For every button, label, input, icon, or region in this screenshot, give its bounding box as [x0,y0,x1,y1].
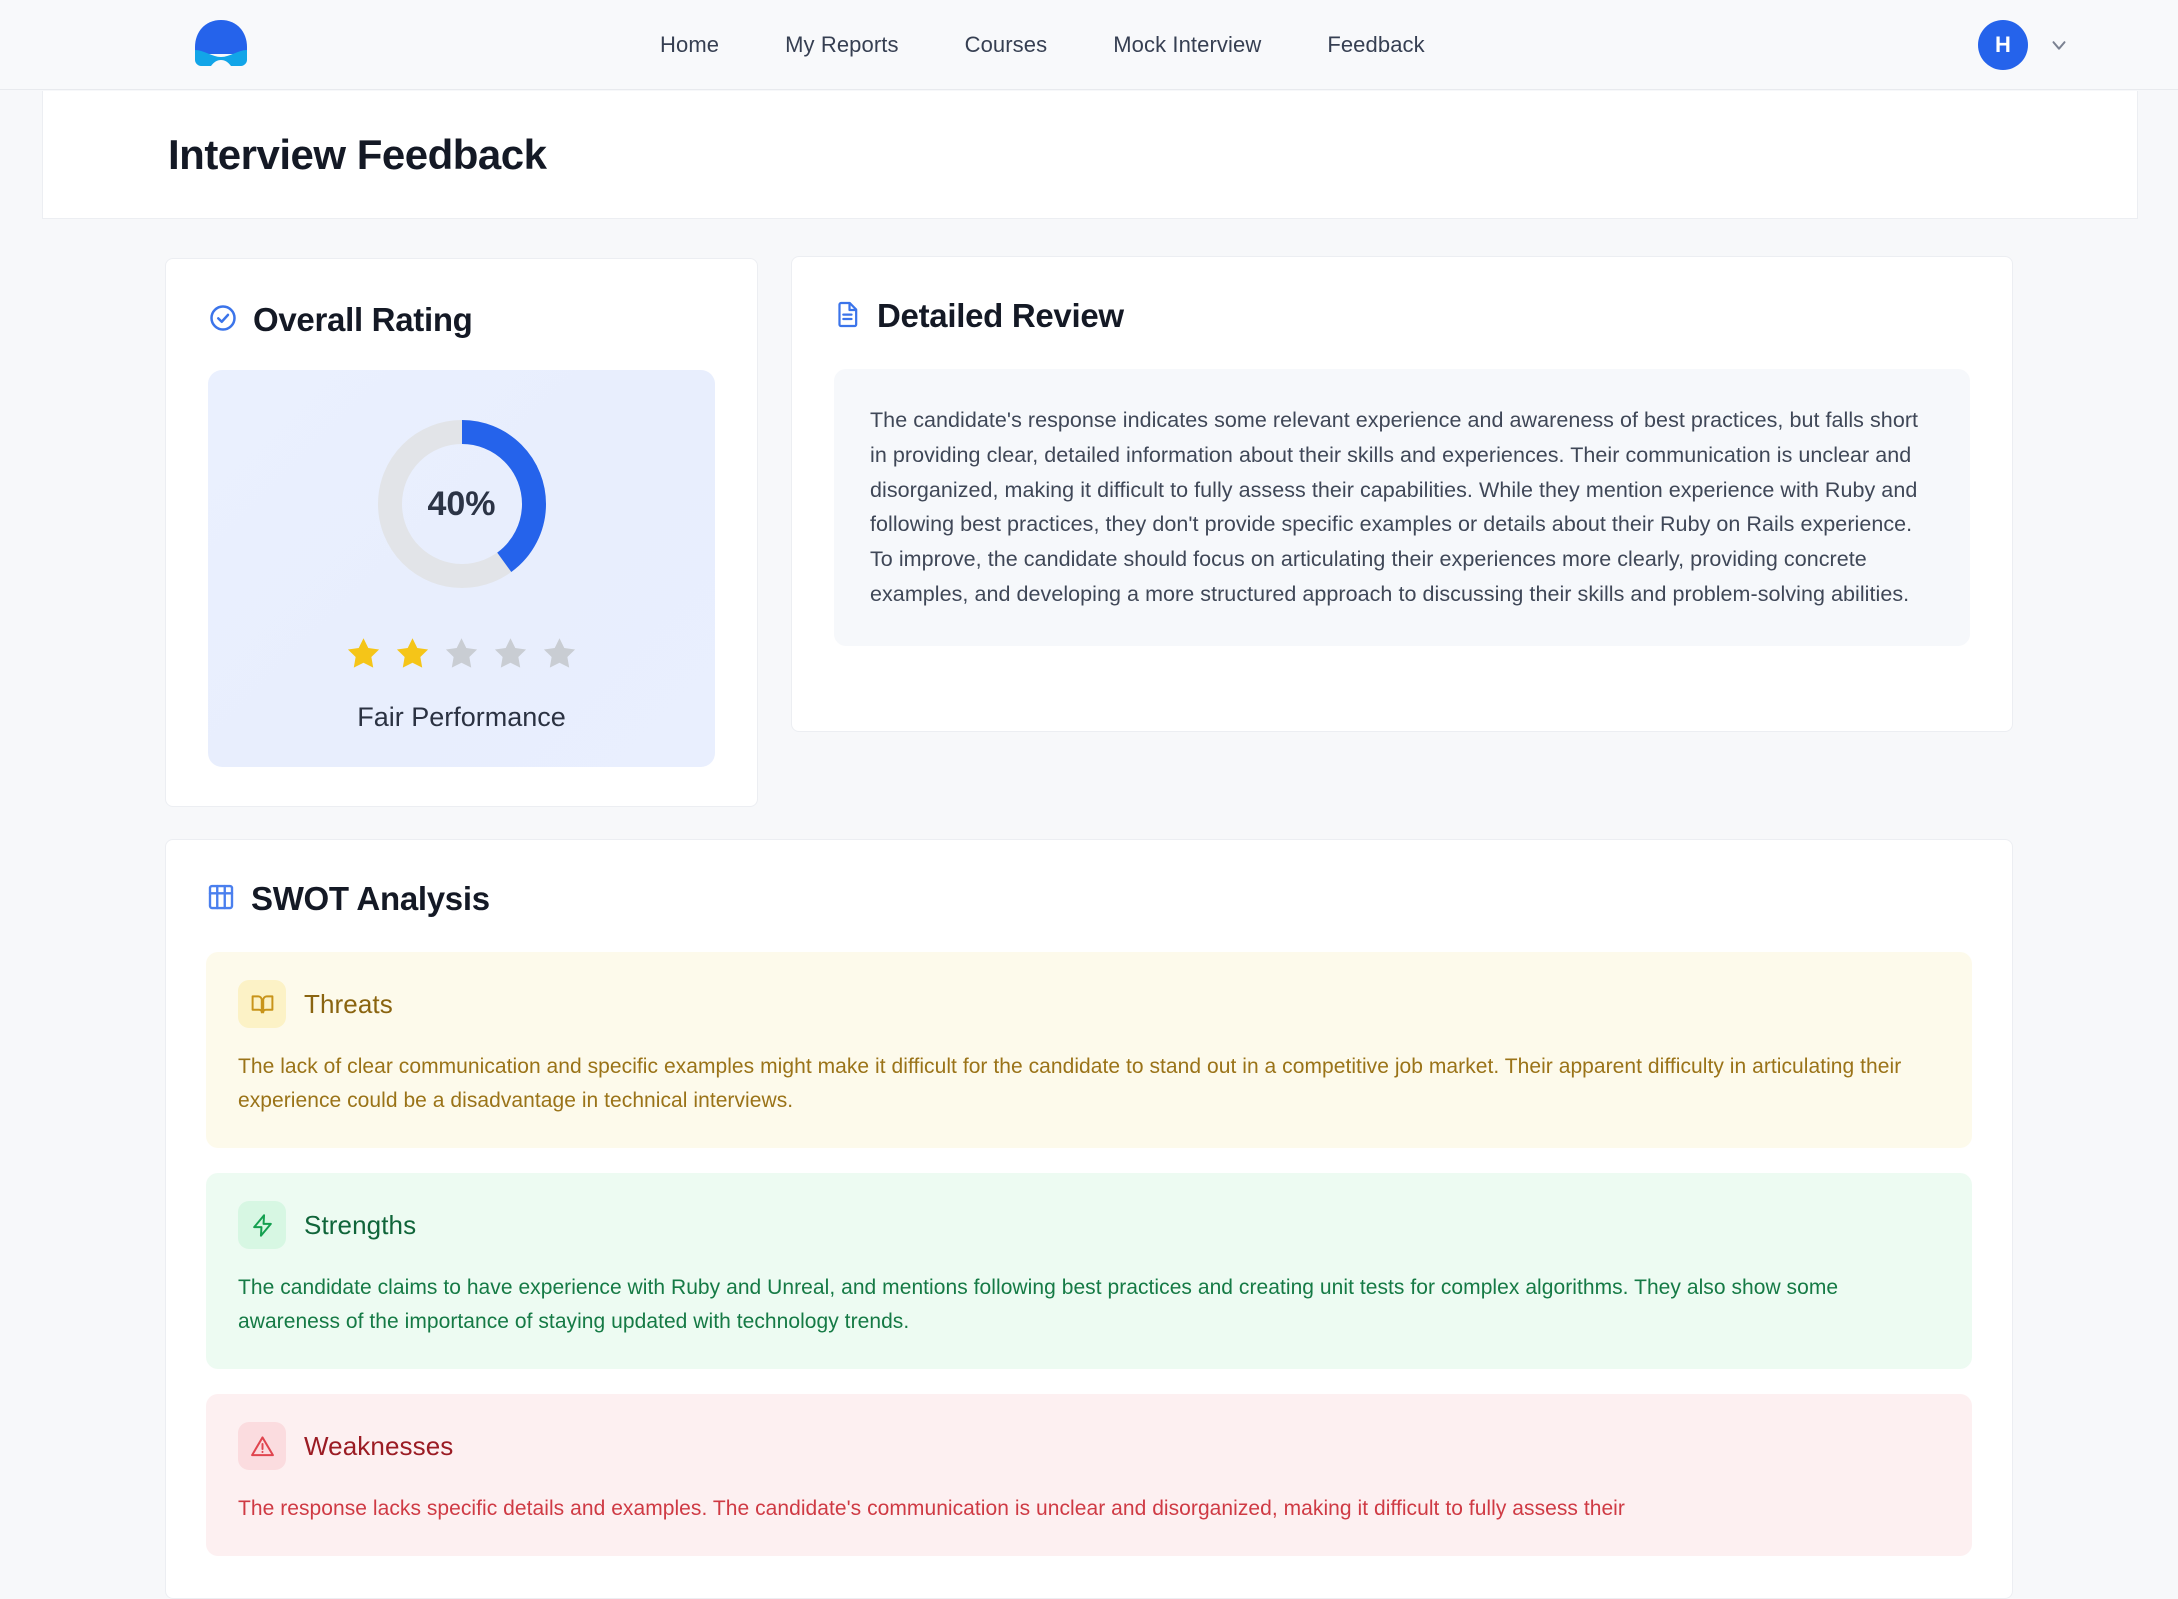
detailed-review-header: Detailed Review [834,297,1970,335]
open-book-icon [238,980,286,1028]
star-empty-icon[interactable] [541,635,578,672]
document-icon [834,299,862,334]
swot-item-strengths-title: Strengths [304,1209,417,1240]
star-rating [345,635,578,672]
primary-nav: Home My Reports Courses Mock Interview F… [660,32,1425,58]
nav-item-my-reports[interactable]: My Reports [785,32,898,58]
page-title-band: Interview Feedback [42,91,2138,219]
rating-gauge-panel: 40% Fair Performance [208,370,715,767]
avatar[interactable]: H [1978,19,2028,70]
overall-rating-card: Overall Rating 40% Fair Performance [165,258,758,807]
rating-donut-chart: 40% [370,412,554,596]
swot-item-strengths: Strengths The candidate claims to have e… [206,1173,1972,1370]
user-menu[interactable]: H [1978,19,2070,70]
swot-items-list: Threats The lack of clear communication … [206,952,1972,1557]
warning-triangle-icon [238,1422,286,1471]
star-empty-icon[interactable] [492,635,529,672]
page-title: Interview Feedback [168,130,547,178]
brand-logo[interactable] [190,16,252,74]
swot-item-threats-title: Threats [304,988,393,1019]
swot-item-threats-header: Threats [238,980,1940,1028]
swot-item-weaknesses: Weaknesses The response lacks specific d… [206,1394,1972,1557]
swot-analysis-card: SWOT Analysis Threats The lack of clear … [165,839,2013,1599]
swot-item-weaknesses-header: Weaknesses [238,1422,1940,1471]
overall-rating-header: Overall Rating [208,301,715,339]
nav-item-mock-interview[interactable]: Mock Interview [1113,32,1261,58]
swot-item-strengths-body: The candidate claims to have experience … [238,1276,1839,1334]
top-navbar: Home My Reports Courses Mock Interview F… [0,0,2178,90]
star-filled-icon[interactable] [345,635,382,672]
chevron-down-icon[interactable] [2048,34,2070,56]
nav-item-home[interactable]: Home [660,32,719,58]
grid-table-icon [206,882,236,917]
cap-logo-icon [190,16,252,74]
swot-item-weaknesses-body: The response lacks specific details and … [238,1497,1625,1521]
detailed-review-card: Detailed Review The candidate's response… [791,256,2013,732]
swot-item-threats-body: The lack of clear communication and spec… [238,1055,1902,1113]
swot-title: SWOT Analysis [251,880,490,917]
rating-percent-label: 40% [427,484,496,523]
check-circle-icon [208,303,238,338]
star-empty-icon[interactable] [443,635,480,672]
performance-label: Fair Performance [357,702,566,732]
overall-rating-title: Overall Rating [253,301,473,338]
swot-item-strengths-header: Strengths [238,1201,1940,1250]
swot-item-threats: Threats The lack of clear communication … [206,952,1972,1149]
swot-item-weaknesses-title: Weaknesses [304,1430,454,1461]
detailed-review-body-box: The candidate's response indicates some … [834,369,1970,646]
swot-header: SWOT Analysis [206,880,1972,918]
star-filled-icon[interactable] [394,635,431,672]
detailed-review-title: Detailed Review [877,297,1124,334]
detailed-review-text: The candidate's response indicates some … [870,408,1919,607]
nav-item-feedback[interactable]: Feedback [1327,32,1424,58]
lightning-bolt-icon [238,1201,286,1250]
nav-item-courses[interactable]: Courses [965,32,1048,58]
